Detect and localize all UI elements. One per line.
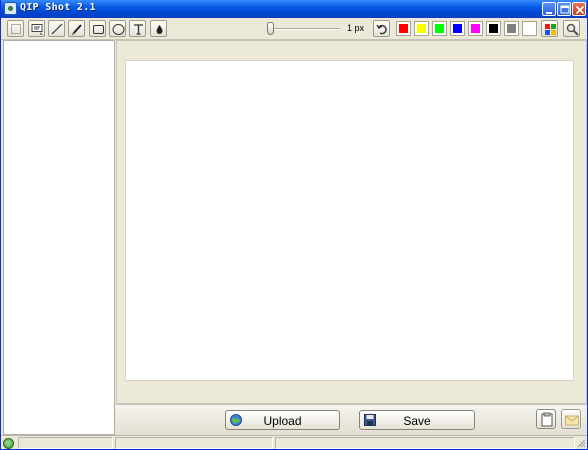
rectangle-icon [93, 25, 104, 34]
select-tool-button[interactable] [7, 20, 24, 37]
color-swatch-fill [417, 24, 426, 33]
settings-button[interactable] [563, 20, 580, 37]
line-width-slider-thumb[interactable] [267, 22, 274, 35]
status-cell-3 [275, 437, 575, 449]
color-swatch-yellow[interactable] [414, 21, 429, 36]
status-bar [1, 435, 587, 449]
color-swatch-fill [507, 24, 516, 33]
upload-button[interactable]: Upload [225, 410, 340, 430]
color-swatch-red[interactable] [396, 21, 411, 36]
color-swatch-fill [525, 24, 534, 33]
screenshot-list-panel[interactable] [3, 40, 115, 435]
color-swatch-blue[interactable] [450, 21, 465, 36]
line-tool-button[interactable] [48, 20, 65, 37]
drawing-toolbar: 1 px [1, 18, 587, 40]
status-cell-1 [18, 437, 113, 449]
color-swatch-gray[interactable] [504, 21, 519, 36]
title-bar[interactable]: QIP Shot 2.1 [1, 0, 587, 18]
line-width-slider-track[interactable] [268, 28, 340, 30]
status-cell-2 [115, 437, 273, 449]
ellipse-tool-button[interactable] [109, 20, 126, 37]
rectangle-tool-button[interactable] [89, 20, 106, 37]
color-palette-button[interactable] [541, 20, 558, 37]
text-tool-button[interactable] [129, 20, 146, 37]
color-swatch-green[interactable] [432, 21, 447, 36]
text-frame-tool-button[interactable] [28, 20, 45, 37]
color-swatch-fill [471, 24, 480, 33]
pencil-tool-button[interactable] [68, 20, 85, 37]
clipboard-icon [541, 412, 553, 427]
envelope-icon [565, 415, 579, 426]
color-swatch-fill [453, 24, 462, 33]
close-icon [575, 5, 585, 15]
callout-icon [31, 24, 43, 36]
status-online-icon[interactable] [3, 438, 14, 449]
upload-label: Upload [263, 414, 302, 428]
settings-icon [566, 23, 579, 36]
undo-icon [376, 24, 387, 35]
save-button[interactable]: Save [359, 410, 475, 430]
close-button[interactable] [572, 2, 586, 16]
color-swatch-fill [399, 24, 408, 33]
text-t-icon [134, 24, 143, 35]
minimize-icon [546, 12, 552, 14]
pencil-icon [71, 24, 82, 36]
maximize-button[interactable] [557, 2, 571, 16]
fill-tool-button[interactable] [150, 20, 167, 37]
ellipse-icon [112, 24, 125, 35]
drawing-canvas[interactable] [125, 60, 574, 381]
drop-icon [156, 25, 163, 34]
copy-to-clipboard-button[interactable] [536, 409, 556, 429]
rectangle-select-icon [11, 24, 21, 34]
undo-button[interactable] [373, 20, 390, 37]
color-swatch-black[interactable] [486, 21, 501, 36]
app-icon[interactable] [4, 2, 17, 15]
line-icon [51, 23, 63, 35]
color-swatch-fill [435, 24, 444, 33]
color-swatch-fill [489, 24, 498, 33]
window-title: QIP Shot 2.1 [20, 2, 96, 13]
send-mail-button[interactable] [561, 409, 581, 429]
color-swatch-magenta[interactable] [468, 21, 483, 36]
palette-icon [545, 24, 556, 35]
resize-grip-icon[interactable] [576, 438, 586, 448]
line-width-label: 1 px [347, 23, 365, 33]
minimize-button[interactable] [542, 2, 556, 16]
action-bar [116, 404, 587, 435]
save-label: Save [403, 414, 431, 428]
app-window: QIP Shot 2.1 1 px Upload Save [0, 0, 588, 450]
maximize-icon [560, 5, 570, 14]
color-swatch-white[interactable] [522, 21, 537, 36]
